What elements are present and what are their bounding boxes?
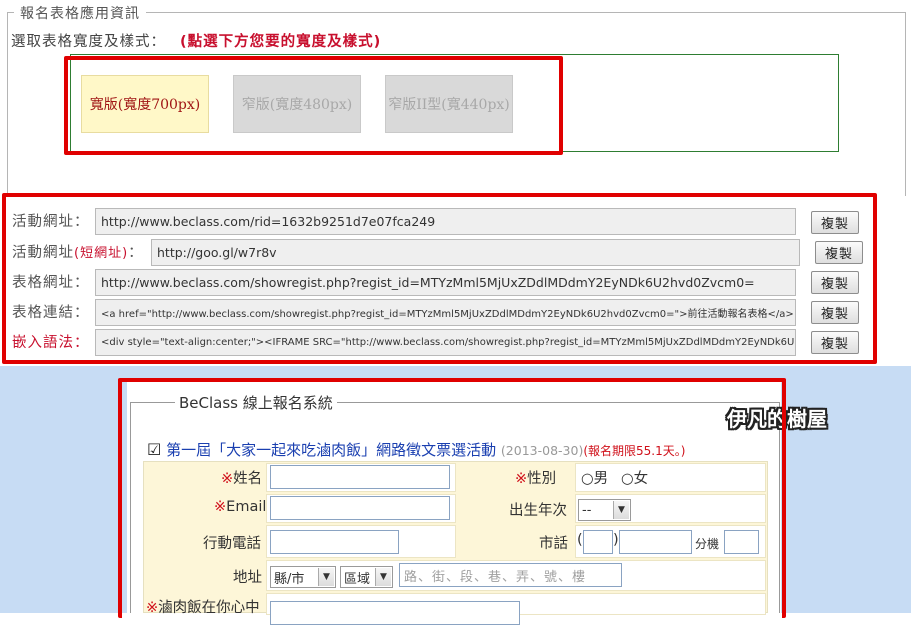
style-select-hint: (點選下方您要的寬度及樣式) — [180, 34, 382, 50]
phone-label: 市話 — [539, 536, 568, 552]
section-legend: 報名表格應用資訊 — [14, 3, 146, 23]
gender-label-text: 性別 — [527, 471, 557, 487]
county-select[interactable]: 縣/市 ▼ — [270, 566, 336, 588]
birth-year-select[interactable]: -- ▼ — [578, 499, 631, 521]
phone-paren-close: ) — [613, 532, 619, 548]
activity-url-field[interactable]: http://www.beclass.com/rid=1632b9251d7e0… — [95, 208, 796, 235]
address-placeholder: 路、街、段、巷、弄、號、樓 — [404, 569, 587, 585]
district-select-value: 區域 — [344, 571, 371, 587]
event-date: (2013-08-30) — [500, 443, 584, 458]
required-mark: ※ — [214, 499, 227, 515]
short-url-note: (短網址) — [74, 246, 129, 261]
birth-year-label: 出生年次 — [509, 503, 567, 519]
style-option-wide[interactable]: 寬版(寬度700px) — [81, 75, 209, 133]
select-arrow-icon: ▼ — [318, 568, 334, 586]
question-input[interactable] — [270, 601, 520, 625]
copy-embed-code-button[interactable]: 複製 — [811, 331, 859, 354]
name-label: ※姓名 — [221, 467, 262, 488]
copy-form-link-button[interactable]: 複製 — [811, 301, 859, 324]
copy-form-url-button[interactable]: 複製 — [811, 271, 859, 294]
required-mark: ※ — [221, 471, 234, 487]
watermark-text: 伊凡的樹屋 — [727, 407, 827, 431]
county-select-value: 縣/市 — [274, 571, 305, 587]
embed-code-label: 嵌入語法： — [12, 335, 90, 351]
email-label: ※Email — [214, 499, 266, 515]
gender-male-radio[interactable]: ○男 — [581, 467, 608, 488]
extension-input[interactable] — [724, 530, 759, 554]
form-link-field[interactable]: <a href="http://www.beclass.com/showregi… — [95, 299, 796, 326]
select-arrow-icon: ▼ — [375, 568, 391, 586]
address-input[interactable]: 路、街、段、巷、弄、號、樓 — [399, 563, 622, 587]
event-heading: ☑ 第一屆「大家一起來吃滷肉飯」網路徵文票選活動 (2013-08-30)(報名… — [147, 439, 685, 460]
short-url-field[interactable]: http://goo.gl/w7r8v — [151, 239, 800, 266]
event-title: 第一屆「大家一起來吃滷肉飯」網路徵文票選活動 — [166, 441, 497, 459]
required-mark: ※ — [515, 471, 528, 487]
required-mark: ※ — [146, 600, 159, 616]
style-select-label: 選取表格寬度及樣式： — [11, 34, 166, 50]
email-label-text: Email — [226, 499, 267, 515]
mobile-input[interactable] — [270, 530, 399, 554]
short-url-label-text: 活動網址 — [12, 245, 74, 261]
select-arrow-icon: ▼ — [613, 501, 629, 519]
district-select[interactable]: 區域 ▼ — [340, 566, 393, 588]
short-url-label: 活動網址(短網址)： — [12, 241, 144, 262]
style-select-prompt: 選取表格寬度及樣式： (點選下方您要的寬度及樣式) — [11, 30, 381, 51]
extension-label: 分機 — [695, 537, 720, 551]
phone-area-code-input[interactable] — [583, 530, 613, 554]
phone-number-input[interactable] — [619, 530, 692, 554]
form-url-label: 表格網址： — [12, 275, 90, 291]
embed-code-field[interactable]: <div style="text-align:center;"><IFRAME … — [95, 329, 796, 356]
gender-label: ※性別 — [515, 467, 556, 488]
email-input[interactable] — [270, 496, 450, 520]
short-url-label-colon: ： — [128, 245, 144, 261]
event-deadline: (報名期限55.1天。) — [583, 444, 686, 458]
form-url-field[interactable]: http://www.beclass.com/showregist.php?re… — [95, 269, 796, 296]
name-label-text: 姓名 — [233, 471, 263, 487]
checkbox-checked-icon[interactable]: ☑ — [147, 440, 161, 459]
copy-activity-url-button[interactable]: 複製 — [811, 211, 859, 234]
activity-url-label: 活動網址： — [12, 214, 90, 230]
address-label: 地址 — [233, 570, 262, 586]
copy-short-url-button[interactable]: 複製 — [815, 241, 863, 264]
form-link-label: 表格連結： — [12, 305, 90, 321]
question-label-text: 滷肉飯在你心中 — [158, 600, 260, 616]
birth-year-value: -- — [582, 502, 592, 518]
gender-female-radio[interactable]: ○女 — [621, 467, 648, 488]
style-option-narrow[interactable]: 窄版(寬度480px) — [233, 75, 361, 133]
phone-paren-open: ( — [577, 532, 583, 548]
style-option-narrow-ii[interactable]: 窄版II型(寬440px) — [385, 75, 513, 133]
mobile-label: 行動電話 — [203, 536, 261, 552]
preview-system-title: BeClass 線上報名系統 — [175, 392, 337, 413]
name-input[interactable] — [270, 465, 450, 489]
question-label: ※滷肉飯在你心中 — [146, 596, 260, 617]
